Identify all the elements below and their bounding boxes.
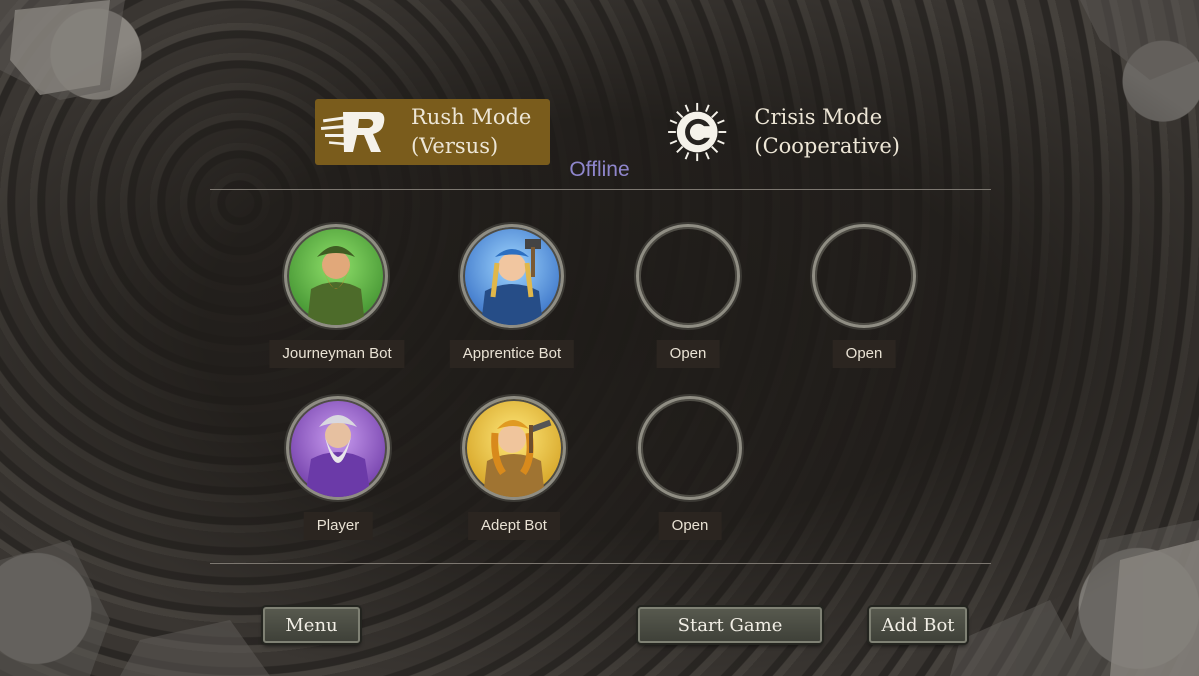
top-divider — [210, 189, 991, 190]
player-slot-name: Player — [303, 512, 373, 540]
player-slot-empty[interactable] — [636, 224, 740, 328]
bottom-divider — [210, 563, 991, 564]
add-bot-button[interactable]: Add Bot — [869, 607, 967, 643]
rush-mode-label: Rush Mode (Versus) — [411, 105, 532, 158]
player-slot-name: Open — [658, 512, 722, 540]
crisis-mode-icon — [668, 102, 727, 162]
yellow-dwarf-with-pickaxe-icon — [483, 419, 552, 497]
player-slot-empty[interactable] — [638, 396, 742, 500]
player-slot-empty[interactable] — [812, 224, 916, 328]
player-slot-name: Open — [656, 340, 720, 368]
player-slot-name: Open — [832, 340, 896, 368]
green-bearded-dwarf-icon — [307, 246, 365, 325]
rush-mode-tab[interactable]: Rush Mode (Versus) — [315, 99, 550, 165]
player-slot-portrait[interactable] — [286, 396, 390, 500]
crisis-mode-tab[interactable]: Crisis Mode (Cooperative) — [660, 99, 900, 165]
blue-dwarf-with-hammer-icon — [481, 239, 543, 325]
player-slot-name: Adept Bot — [468, 512, 560, 540]
player-slot-name: Apprentice Bot — [449, 340, 575, 368]
connection-status: Offline — [569, 158, 630, 181]
player-slot-portrait[interactable] — [462, 396, 566, 500]
rush-mode-icon — [321, 112, 385, 152]
start-game-button[interactable]: Start Game — [638, 607, 822, 643]
player-slot-portrait[interactable] — [284, 224, 388, 328]
menu-button[interactable]: Menu — [263, 607, 360, 643]
player-slot-name: Journeyman Bot — [269, 340, 405, 368]
player-slot-portrait[interactable] — [460, 224, 564, 328]
rock-wall-background — [0, 0, 1199, 676]
purple-wizard-dwarf-icon — [305, 415, 371, 497]
crisis-mode-label: Crisis Mode (Cooperative) — [754, 105, 900, 158]
